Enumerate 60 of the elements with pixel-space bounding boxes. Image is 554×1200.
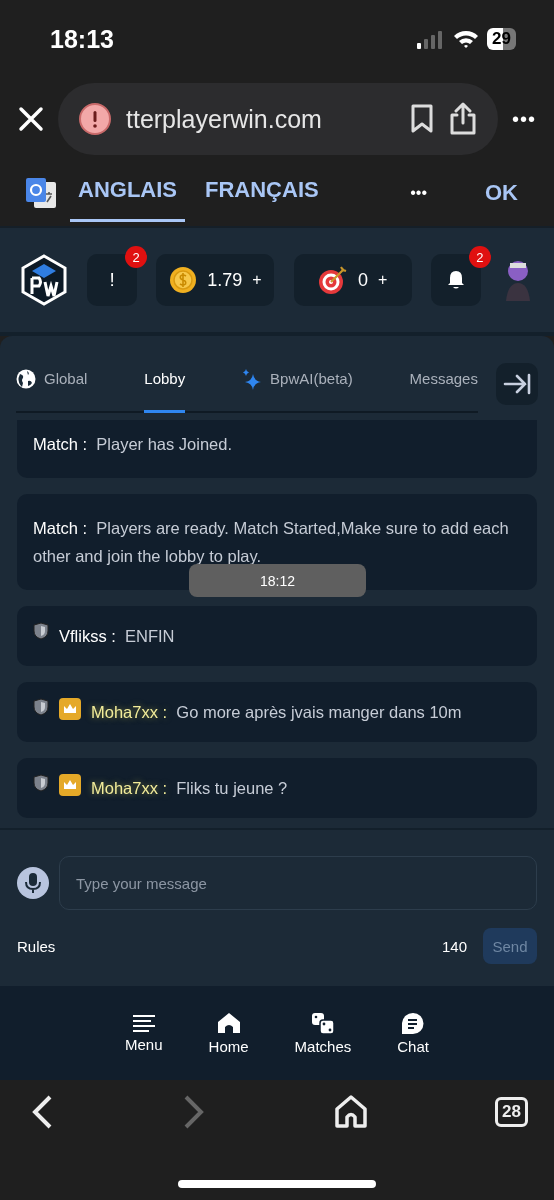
chat-tab[interactable]: Lobby xyxy=(144,355,186,413)
bell-icon xyxy=(446,270,465,290)
coin-balance: 1.79 xyxy=(207,269,243,291)
message-text: Moha7xx : Go more après jvais manger dans 10m xyxy=(91,702,462,723)
menu-icon xyxy=(131,1013,156,1032)
more-button[interactable]: ••• xyxy=(410,184,427,202)
wifi-icon xyxy=(453,29,480,49)
more-button[interactable]: ••• xyxy=(512,107,536,131)
logo-icon xyxy=(20,254,68,306)
targets-pill[interactable]: 0 + xyxy=(293,254,412,306)
rank-shield-icon xyxy=(33,622,49,640)
url-text: tterplayerwin.com xyxy=(126,104,323,134)
coins-pill[interactable]: 1.79 + xyxy=(156,254,275,306)
rank-shield-icon xyxy=(33,774,49,792)
home-icon xyxy=(216,1011,241,1034)
coin-icon xyxy=(169,266,198,294)
status-time: 18:13 xyxy=(50,24,114,54)
rules-link[interactable]: Rules xyxy=(17,937,442,955)
home-icon[interactable] xyxy=(334,1095,367,1129)
nav-item[interactable]: Menu xyxy=(121,1013,167,1053)
close-icon[interactable] xyxy=(18,106,44,132)
count-badge: 2 xyxy=(468,246,491,268)
globe-icon xyxy=(16,368,36,389)
collapse-button[interactable] xyxy=(496,363,538,405)
add-targets-button[interactable]: + xyxy=(377,271,388,289)
message-text: Match : Players are ready. Match Started,Make sure to add each other and join the lobby to play. xyxy=(33,518,510,567)
back-icon[interactable] xyxy=(30,1094,54,1130)
rank-shield-icon xyxy=(33,698,49,716)
arrow-to-line-icon xyxy=(503,373,531,395)
translate-icon[interactable] xyxy=(24,176,58,210)
nav-item[interactable]: Home xyxy=(204,1011,253,1055)
battery-level: 29 xyxy=(487,28,516,50)
warning-icon xyxy=(78,102,112,136)
target-icon xyxy=(317,265,348,295)
message-text: Moha7xx : Fliks tu jeune ? xyxy=(91,778,288,799)
count-badge: 2 xyxy=(125,246,148,268)
nav-item[interactable]: Chat xyxy=(393,1011,433,1055)
notifications-button[interactable] xyxy=(430,254,481,306)
microphone-button[interactable] xyxy=(17,867,49,899)
address-bar[interactable]: tterplayerwin.com xyxy=(58,83,498,155)
dice-icon xyxy=(310,1011,335,1034)
ok-button[interactable]: OK xyxy=(479,179,524,207)
language-tab[interactable]: FRANÇAIS xyxy=(197,164,327,222)
message-text: Vflikss : ENFIN xyxy=(59,626,175,647)
microphone-icon xyxy=(25,872,41,894)
chat-tab[interactable]: Messages xyxy=(409,355,478,413)
chat-tab[interactable]: Global xyxy=(16,355,88,413)
tabs-button[interactable]: 28 xyxy=(495,1097,528,1127)
timestamp-tooltip: 18:12 xyxy=(189,564,366,597)
share-icon[interactable] xyxy=(448,102,478,136)
message-text: Match : Player has Joined. xyxy=(33,434,233,455)
bookmark-icon[interactable] xyxy=(410,104,434,134)
add-coins-button[interactable]: + xyxy=(252,271,262,289)
target-count: 0 xyxy=(357,269,368,291)
language-tab[interactable]: ANGLAIS xyxy=(70,164,185,222)
chat-tab[interactable]: BpwAI(beta) xyxy=(242,355,353,413)
chat-icon xyxy=(401,1011,426,1034)
character-count: 140 xyxy=(441,937,467,955)
message-input[interactable]: Type your message xyxy=(59,856,537,910)
nav-item[interactable]: Matches xyxy=(290,1011,356,1055)
